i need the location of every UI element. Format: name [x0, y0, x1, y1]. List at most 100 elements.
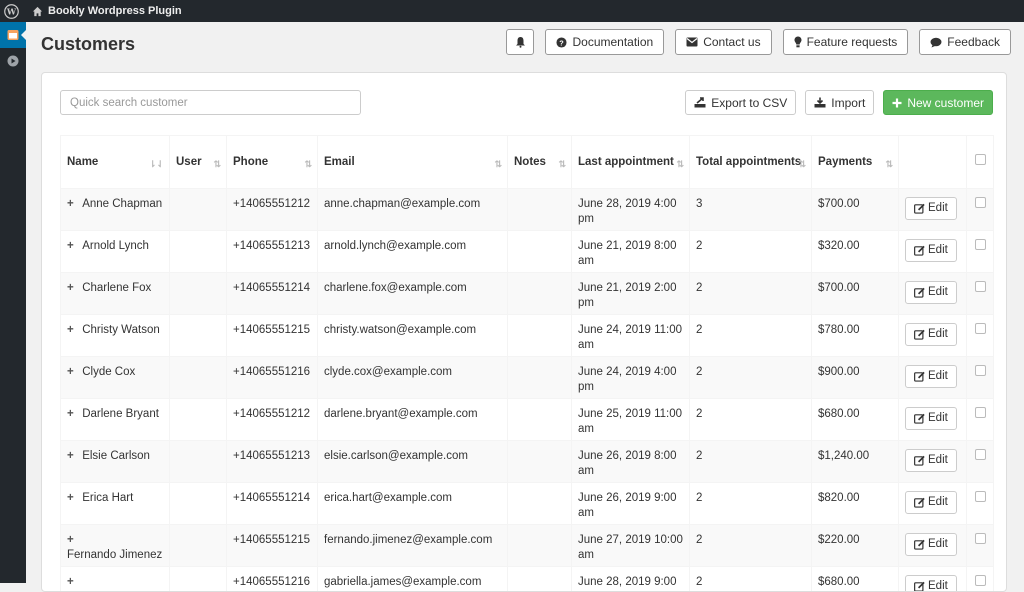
edit-button[interactable]: Edit	[905, 575, 957, 592]
customer-name: Erica Hart	[82, 491, 133, 506]
edit-icon	[914, 245, 925, 256]
column-header-email[interactable]: Email⇅	[318, 136, 508, 189]
svg-text:W: W	[5, 6, 16, 16]
expand-plus-icon[interactable]: +	[67, 281, 79, 296]
cell-last-appointment: June 24, 2019 11:00 am	[572, 315, 690, 357]
row-checkbox[interactable]	[975, 281, 986, 292]
sidebar-item-bookly[interactable]	[0, 22, 26, 48]
row-checkbox[interactable]	[975, 449, 986, 460]
row-checkbox[interactable]	[975, 365, 986, 376]
table-row: + Clyde Cox+14065551216clyde.cox@example…	[61, 357, 994, 399]
expand-plus-icon[interactable]: +	[67, 491, 79, 506]
plus-icon	[892, 98, 902, 108]
sort-icon: ⇅	[885, 157, 893, 172]
cell-edit: Edit	[899, 483, 967, 525]
column-header-payments[interactable]: Payments⇅	[812, 136, 899, 189]
cell-phone: +14065551214	[227, 273, 318, 315]
column-header-total-appointments[interactable]: Total appointments⇅	[690, 136, 812, 189]
sidebar-item-media[interactable]	[0, 48, 26, 74]
edit-button[interactable]: Edit	[905, 281, 957, 304]
cell-edit: Edit	[899, 441, 967, 483]
edit-button[interactable]: Edit	[905, 449, 957, 472]
row-checkbox[interactable]	[975, 533, 986, 544]
cell-total-appointments: 2	[690, 231, 812, 273]
select-all-checkbox[interactable]	[975, 154, 986, 165]
cell-email: gabriella.james@example.com	[318, 567, 508, 592]
cell-select	[967, 483, 994, 525]
column-header-select-all[interactable]	[967, 136, 994, 189]
admin-bar: W Bookly Wordpress Plugin	[0, 0, 1024, 22]
cell-select	[967, 441, 994, 483]
expand-plus-icon[interactable]: +	[67, 365, 79, 380]
export-csv-button[interactable]: Export to CSV	[685, 90, 796, 115]
search-placeholder: Quick search customer	[70, 97, 188, 109]
cell-total-appointments: 2	[690, 399, 812, 441]
cell-edit: Edit	[899, 525, 967, 567]
import-button[interactable]: Import	[805, 90, 874, 115]
export-csv-label: Export to CSV	[711, 96, 787, 110]
row-checkbox[interactable]	[975, 491, 986, 502]
home-icon	[32, 6, 43, 17]
edit-button[interactable]: Edit	[905, 239, 957, 262]
cell-select	[967, 399, 994, 441]
table-row: + Darlene Bryant+14065551212darlene.brya…	[61, 399, 994, 441]
customer-name: Anne Chapman	[82, 197, 162, 212]
expand-plus-icon[interactable]: +	[67, 407, 79, 422]
import-label: Import	[831, 96, 865, 110]
cell-email: darlene.bryant@example.com	[318, 399, 508, 441]
column-header-last-appointment[interactable]: Last appointment⇅	[572, 136, 690, 189]
cell-payments: $700.00	[812, 189, 899, 231]
expand-plus-icon[interactable]: +	[67, 449, 79, 464]
cell-email: arnold.lynch@example.com	[318, 231, 508, 273]
import-icon	[814, 97, 826, 108]
search-input[interactable]: Quick search customer	[60, 90, 361, 115]
column-header-user[interactable]: User⇅	[170, 136, 227, 189]
feedback-button[interactable]: Feedback	[919, 29, 1011, 55]
row-checkbox[interactable]	[975, 239, 986, 250]
edit-button[interactable]: Edit	[905, 407, 957, 430]
cell-last-appointment: June 28, 2019 4:00 pm	[572, 189, 690, 231]
sort-icon: ⇅	[798, 157, 806, 172]
edit-button[interactable]: Edit	[905, 365, 957, 388]
row-checkbox[interactable]	[975, 407, 986, 418]
sort-icon: ⇅	[304, 157, 312, 172]
expand-plus-icon[interactable]: +	[67, 197, 79, 212]
row-checkbox[interactable]	[975, 323, 986, 334]
column-header-notes[interactable]: Notes⇅	[508, 136, 572, 189]
expand-plus-icon[interactable]: +	[67, 239, 79, 254]
table-row: + Elsie Carlson+14065551213elsie.carlson…	[61, 441, 994, 483]
new-customer-button[interactable]: New customer	[883, 90, 993, 115]
cell-name: + Gabriella James	[61, 567, 170, 592]
site-name-link[interactable]: Bookly Wordpress Plugin	[22, 5, 182, 17]
edit-label: Edit	[928, 201, 948, 216]
cell-name: + Clyde Cox	[61, 357, 170, 399]
notifications-button[interactable]	[506, 29, 534, 55]
contact-us-button[interactable]: Contact us	[675, 29, 771, 55]
row-checkbox[interactable]	[975, 575, 986, 586]
cell-name: + Fernando Jimenez	[61, 525, 170, 567]
cell-name: + Charlene Fox	[61, 273, 170, 315]
expand-plus-icon[interactable]: +	[67, 533, 79, 548]
edit-button[interactable]: Edit	[905, 197, 957, 220]
edit-label: Edit	[928, 579, 948, 592]
cell-payments: $1,240.00	[812, 441, 899, 483]
column-header-phone[interactable]: Phone⇅	[227, 136, 318, 189]
edit-icon	[914, 497, 925, 508]
cell-email: anne.chapman@example.com	[318, 189, 508, 231]
table-row: + Fernando Jimenez+14065551215fernando.j…	[61, 525, 994, 567]
column-header-name[interactable]: Name⇂⇃	[61, 136, 170, 189]
cell-notes	[508, 483, 572, 525]
edit-label: Edit	[928, 411, 948, 426]
edit-button[interactable]: Edit	[905, 533, 957, 556]
lightbulb-icon	[794, 36, 802, 48]
customer-name: Charlene Fox	[82, 281, 151, 296]
row-checkbox[interactable]	[975, 197, 986, 208]
feature-requests-button[interactable]: Feature requests	[783, 29, 909, 55]
wordpress-logo-icon[interactable]: W	[0, 0, 22, 22]
edit-button[interactable]: Edit	[905, 323, 957, 346]
expand-plus-icon[interactable]: +	[67, 323, 79, 338]
cell-select	[967, 189, 994, 231]
documentation-button[interactable]: ? Documentation	[545, 29, 664, 55]
cell-user	[170, 357, 227, 399]
edit-button[interactable]: Edit	[905, 491, 957, 514]
